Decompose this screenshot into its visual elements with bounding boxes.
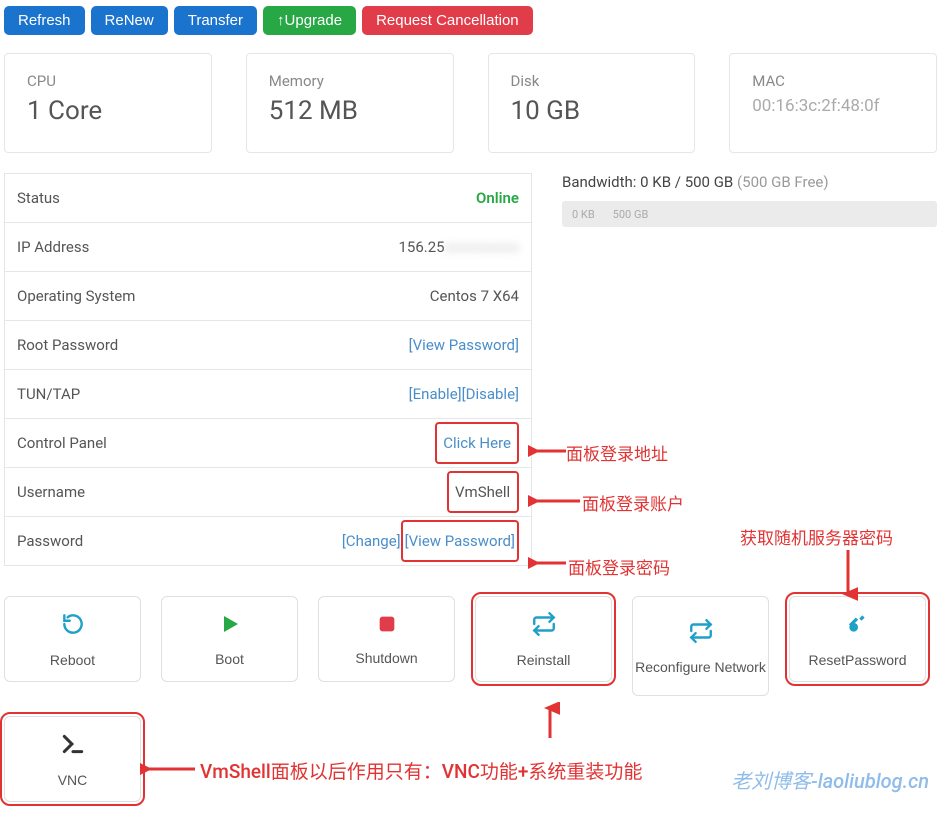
tuntap-enable-link[interactable]: [Enable] bbox=[409, 385, 462, 403]
tuntap-row: TUN/TAP [Enable][Disable] bbox=[4, 369, 532, 419]
play-icon bbox=[218, 612, 242, 641]
os-label: Operating System bbox=[17, 287, 135, 305]
info-table: Status Online IP Address 156.25xxxxxxxxx… bbox=[4, 173, 532, 566]
os-value: Centos 7 X64 bbox=[430, 287, 519, 305]
username-row: Username VmShell bbox=[4, 467, 532, 517]
mac-title: MAC bbox=[752, 72, 914, 90]
stop-icon bbox=[376, 613, 398, 640]
status-row: Status Online bbox=[4, 173, 532, 223]
vnc-label: VNC bbox=[58, 772, 88, 788]
bandwidth-bar: 0 KB 500 GB bbox=[562, 201, 937, 227]
rootpw-view-link[interactable]: [View Password] bbox=[409, 336, 519, 354]
reboot-label: Reboot bbox=[50, 652, 95, 668]
reboot-icon bbox=[60, 611, 86, 642]
ip-value: 156.25xxxxxxxxxx bbox=[398, 238, 519, 256]
status-value: Online bbox=[476, 189, 519, 207]
memory-title: Memory bbox=[269, 72, 431, 90]
upgrade-button[interactable]: ↑Upgrade bbox=[263, 6, 356, 35]
action-grid: Reboot Boot Shutdown Reinstall Reconfigu… bbox=[0, 566, 941, 812]
resetpw-button[interactable]: ResetPassword bbox=[789, 596, 926, 682]
mac-value: 00:16:3c:2f:48:0f bbox=[752, 96, 914, 116]
network-icon bbox=[688, 618, 714, 649]
os-row: Operating System Centos 7 X64 bbox=[4, 271, 532, 321]
bandwidth-column: Bandwidth: 0 KB / 500 GB (500 GB Free) 0… bbox=[562, 173, 937, 227]
panel-link[interactable]: Click Here bbox=[435, 422, 519, 464]
reinstall-label: Reinstall bbox=[517, 652, 571, 668]
password-row: Password [Change][View Password] bbox=[4, 516, 532, 566]
panel-label: Control Panel bbox=[17, 434, 107, 452]
mac-card: MAC 00:16:3c:2f:48:0f bbox=[729, 53, 937, 153]
key-icon bbox=[845, 611, 871, 642]
disk-value: 10 GB bbox=[511, 96, 673, 126]
renew-button[interactable]: ReNew bbox=[91, 6, 168, 35]
rootpw-label: Root Password bbox=[17, 336, 118, 354]
tuntap-label: TUN/TAP bbox=[17, 385, 80, 403]
ip-label: IP Address bbox=[17, 238, 89, 256]
disk-card: Disk 10 GB bbox=[488, 53, 696, 153]
reconfig-button[interactable]: Reconfigure Network bbox=[632, 596, 769, 696]
arrow-up-icon: ↑ bbox=[277, 12, 285, 29]
terminal-icon bbox=[60, 731, 86, 762]
boot-button[interactable]: Boot bbox=[161, 596, 298, 682]
panel-row: Control Panel Click Here bbox=[4, 418, 532, 468]
bandwidth-free: (500 GB Free) bbox=[737, 173, 829, 191]
bandwidth-mark-a: 0 KB bbox=[572, 208, 595, 221]
refresh-button[interactable]: Refresh bbox=[4, 6, 85, 35]
memory-card: Memory 512 MB bbox=[246, 53, 454, 153]
bandwidth-text: Bandwidth: 0 KB / 500 GB (500 GB Free) bbox=[562, 173, 937, 191]
transfer-button[interactable]: Transfer bbox=[174, 6, 257, 35]
cpu-card: CPU 1 Core bbox=[4, 53, 212, 153]
cpu-title: CPU bbox=[27, 72, 189, 90]
bandwidth-mark-b: 500 GB bbox=[613, 208, 649, 221]
rootpw-row: Root Password [View Password] bbox=[4, 320, 532, 370]
resetpw-label: ResetPassword bbox=[808, 652, 906, 668]
boot-label: Boot bbox=[215, 651, 244, 667]
reconfig-label: Reconfigure Network bbox=[635, 659, 766, 675]
vnc-button[interactable]: VNC bbox=[4, 716, 141, 802]
shutdown-button[interactable]: Shutdown bbox=[318, 596, 455, 682]
main-row: Status Online IP Address 156.25xxxxxxxxx… bbox=[0, 173, 941, 566]
ip-row: IP Address 156.25xxxxxxxxxx bbox=[4, 222, 532, 272]
cancel-button[interactable]: Request Cancellation bbox=[362, 6, 533, 35]
reboot-button[interactable]: Reboot bbox=[4, 596, 141, 682]
status-label: Status bbox=[17, 189, 60, 207]
stats-row: CPU 1 Core Memory 512 MB Disk 10 GB MAC … bbox=[0, 41, 941, 173]
username-value: VmShell bbox=[447, 471, 519, 513]
password-label: Password bbox=[17, 532, 83, 550]
cpu-value: 1 Core bbox=[27, 96, 189, 126]
disk-title: Disk bbox=[511, 72, 673, 90]
tuntap-disable-link[interactable]: [Disable] bbox=[462, 385, 519, 403]
reinstall-button[interactable]: Reinstall bbox=[475, 596, 612, 682]
reinstall-icon bbox=[531, 611, 557, 642]
memory-value: 512 MB bbox=[269, 96, 431, 126]
username-label: Username bbox=[17, 483, 85, 501]
password-view-link[interactable]: [View Password] bbox=[401, 520, 519, 562]
shutdown-label: Shutdown bbox=[355, 650, 417, 666]
top-action-bar: Refresh ReNew Transfer ↑Upgrade Request … bbox=[0, 0, 941, 41]
password-change-link[interactable]: [Change] bbox=[342, 532, 401, 550]
